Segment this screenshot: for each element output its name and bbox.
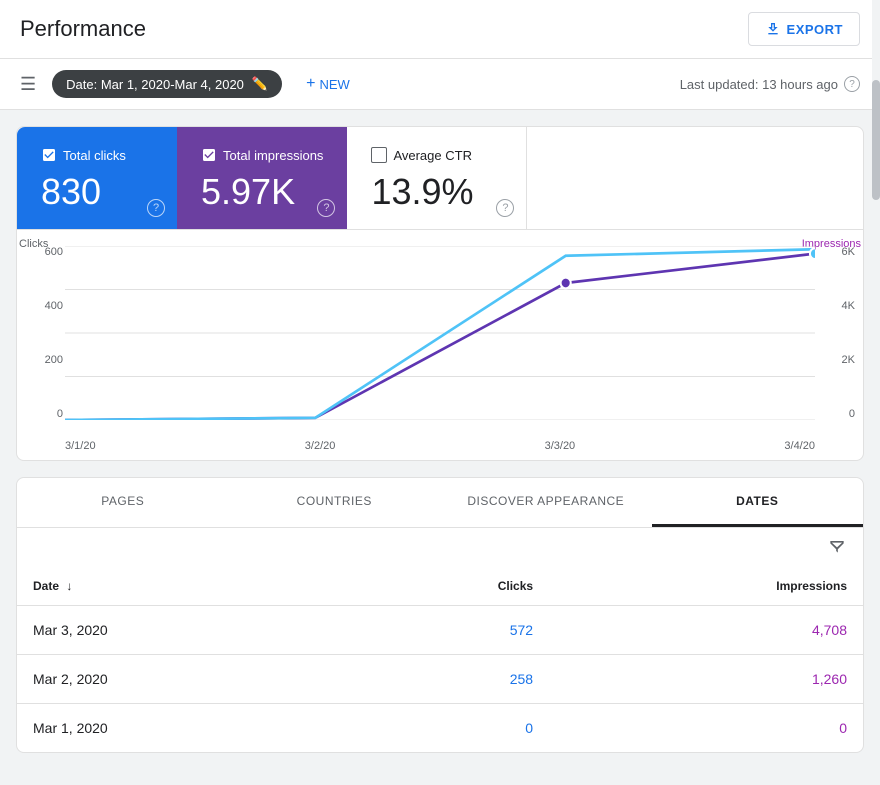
- page-title: Performance: [20, 16, 146, 42]
- date-range-text: Date: Mar 1, 2020-Mar 4, 2020: [66, 77, 244, 92]
- date-filter[interactable]: Date: Mar 1, 2020-Mar 4, 2020 ✏️: [52, 70, 282, 98]
- total-clicks-label: Total clicks: [41, 147, 153, 163]
- line-chart: [65, 246, 815, 420]
- col-date[interactable]: Date ↓: [17, 567, 343, 606]
- cell-clicks: 258: [343, 655, 549, 704]
- filter-funnel-icon: [827, 536, 847, 556]
- tab-countries[interactable]: COUNTRIES: [229, 478, 441, 527]
- cell-impressions: 4,708: [549, 606, 863, 655]
- tab-discover[interactable]: DISCOVER APPEARANCE: [440, 478, 652, 527]
- y-right-4k: 4K: [825, 300, 855, 312]
- total-clicks-help-icon[interactable]: ?: [147, 199, 165, 217]
- table-row[interactable]: Mar 3, 20205724,708: [17, 606, 863, 655]
- x-label-mar4: 3/4/20: [784, 440, 815, 452]
- average-ctr-label: Average CTR: [371, 147, 502, 163]
- empty-metric-tile: [527, 127, 863, 229]
- new-label: NEW: [319, 77, 349, 92]
- export-button[interactable]: EXPORT: [748, 12, 860, 46]
- download-icon: [765, 21, 781, 37]
- scrollbar-thumb[interactable]: [872, 80, 880, 200]
- y-left-400: 400: [25, 300, 63, 312]
- total-impressions-tile[interactable]: Total impressions 5.97K ?: [177, 127, 347, 229]
- cell-date: Mar 3, 2020: [17, 606, 343, 655]
- y-right-0: 0: [825, 408, 855, 420]
- x-label-mar2: 3/2/20: [305, 440, 336, 452]
- total-impressions-value: 5.97K: [201, 171, 323, 213]
- cell-clicks: 572: [343, 606, 549, 655]
- checkbox-checked-purple-icon: [201, 147, 217, 163]
- data-table: Date ↓ Clicks Impressions Mar 3, 2020572…: [17, 567, 863, 752]
- col-clicks[interactable]: Clicks: [343, 567, 549, 606]
- edit-icon: ✏️: [252, 76, 268, 92]
- y-left-200: 200: [25, 354, 63, 366]
- x-label-mar3: 3/3/20: [545, 440, 576, 452]
- average-ctr-tile[interactable]: Average CTR 13.9% ?: [347, 127, 527, 229]
- filter-icon[interactable]: ☰: [20, 74, 36, 95]
- col-impressions[interactable]: Impressions: [549, 567, 863, 606]
- y-left-0: 0: [25, 408, 63, 420]
- sort-icon: ↓: [66, 579, 72, 593]
- help-circle-icon[interactable]: ?: [844, 76, 860, 92]
- chart-card: Total clicks 830 ? Total impressions 5.9…: [16, 126, 864, 461]
- scrollbar-track[interactable]: [872, 0, 880, 785]
- total-clicks-value: 830: [41, 171, 153, 213]
- chart-area: 600 400 200 0 Clicks 6K 4K 2K 0 Impressi…: [17, 230, 863, 460]
- cell-date: Mar 2, 2020: [17, 655, 343, 704]
- x-label-mar1: 3/1/20: [65, 440, 96, 452]
- y-left-axis-label: Clicks: [19, 238, 48, 250]
- average-ctr-help-icon[interactable]: ?: [496, 199, 514, 217]
- table-row[interactable]: Mar 1, 202000: [17, 704, 863, 753]
- cell-clicks: 0: [343, 704, 549, 753]
- checkbox-checked-icon: [41, 147, 57, 163]
- total-impressions-help-icon[interactable]: ?: [317, 199, 335, 217]
- total-clicks-tile[interactable]: Total clicks 830 ?: [17, 127, 177, 229]
- tab-pages[interactable]: PAGES: [17, 478, 229, 527]
- table-filter-row: [17, 528, 863, 567]
- new-button[interactable]: + NEW: [298, 69, 358, 99]
- y-right-2k: 2K: [825, 354, 855, 366]
- tabs-row: PAGES COUNTRIES DISCOVER APPEARANCE DATE…: [17, 478, 863, 528]
- total-impressions-label: Total impressions: [201, 147, 323, 163]
- table-filter-button[interactable]: [827, 536, 847, 559]
- cell-impressions: 1,260: [549, 655, 863, 704]
- table-row[interactable]: Mar 2, 20202581,260: [17, 655, 863, 704]
- checkbox-unchecked-icon: [371, 147, 387, 163]
- average-ctr-value: 13.9%: [371, 171, 502, 213]
- last-updated: Last updated: 13 hours ago ?: [680, 76, 860, 92]
- table-card: PAGES COUNTRIES DISCOVER APPEARANCE DATE…: [16, 477, 864, 753]
- cell-impressions: 0: [549, 704, 863, 753]
- metrics-row: Total clicks 830 ? Total impressions 5.9…: [17, 127, 863, 230]
- cell-date: Mar 1, 2020: [17, 704, 343, 753]
- tab-dates[interactable]: DATES: [652, 478, 864, 527]
- plus-icon: +: [306, 75, 315, 93]
- last-updated-text: Last updated: 13 hours ago: [680, 77, 838, 92]
- export-label: EXPORT: [787, 22, 843, 37]
